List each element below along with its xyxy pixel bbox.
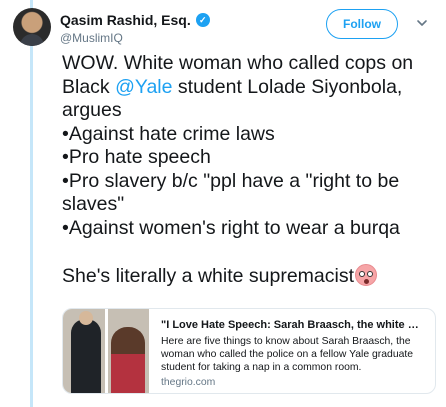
tweet-text-fragment: Black — [62, 75, 116, 98]
link-card-description: Here are five things to know about Sarah… — [161, 336, 414, 373]
author-name-row: Qasim Rashid, Esq. ✓ — [60, 12, 210, 28]
link-card-image — [63, 309, 149, 393]
tweet-text-fragment: She's literally a white supremacist — [62, 264, 355, 287]
author-handle[interactable]: @MuslimIQ — [60, 31, 123, 45]
tweet-line: WOW. White woman who called cops on — [62, 52, 414, 74]
link-card-domain: thegrio.com — [161, 377, 216, 388]
tweet-line: •Pro slavery b/c "ppl have a "right to b… — [62, 169, 400, 192]
mention-link[interactable]: @Yale — [115, 76, 172, 98]
tweet-line: She's literally a white supremacist — [62, 263, 438, 289]
link-preview-card[interactable]: "I Love Hate Speech: Sarah Braasch, the … — [62, 308, 436, 394]
tweet-line: •Against women's right to wear a burqa — [62, 216, 400, 239]
thread-line — [30, 0, 33, 407]
tweet-line: •Pro hate speech — [62, 146, 211, 168]
flushed-face-emoji-icon — [355, 263, 378, 286]
link-card-title: "I Love Hate Speech: Sarah Braasch, the … — [161, 319, 425, 331]
link-card-body: "I Love Hate Speech: Sarah Braasch, the … — [149, 309, 435, 393]
tweet-text: WOW. White woman who called cops on Blac… — [62, 52, 438, 288]
follow-button[interactable]: Follow — [326, 9, 398, 39]
chevron-down-icon[interactable] — [414, 15, 430, 31]
tweet-line: argues — [62, 99, 122, 121]
tweet-line: •Against hate crime laws — [62, 122, 275, 145]
verified-badge-icon: ✓ — [195, 13, 210, 27]
avatar[interactable] — [13, 8, 51, 46]
tweet-line: Black @Yale student Lolade Siyonbola, — [62, 76, 438, 100]
tweet-text-fragment: student Lolade Siyonbola, — [172, 75, 403, 98]
author-display-name[interactable]: Qasim Rashid, Esq. — [60, 12, 191, 28]
line-break — [62, 240, 438, 264]
tweet-line: slaves" — [62, 193, 125, 215]
